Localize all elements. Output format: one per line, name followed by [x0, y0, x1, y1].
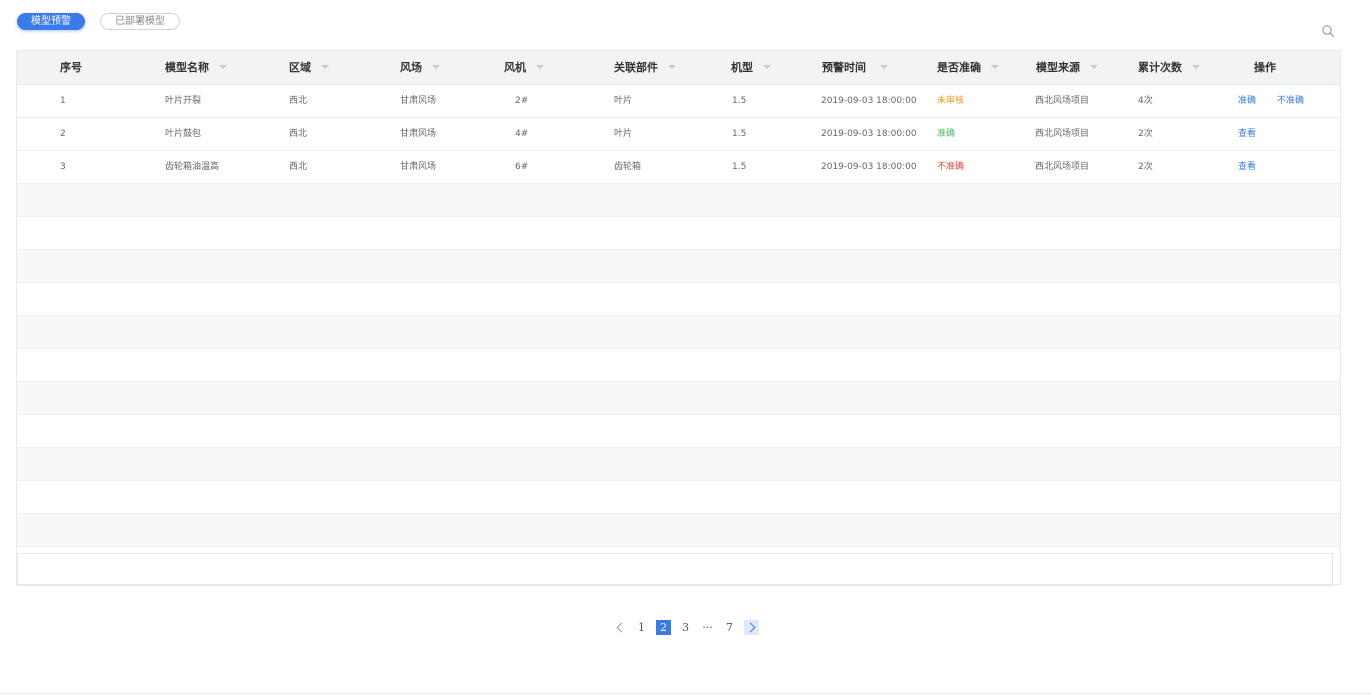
- action-mark-inaccurate[interactable]: 不准确: [1277, 85, 1304, 118]
- cell-warning-time: 2019-09-03 18:00:00: [821, 129, 917, 139]
- empty-row: [17, 448, 1340, 481]
- cell-model-name: 叶片开裂: [165, 96, 202, 106]
- cell-region: 西北: [289, 162, 308, 172]
- cell-accuracy-status: 不准确: [937, 162, 965, 172]
- cell-model-type: 1.5: [732, 162, 747, 172]
- tab-deployed-models[interactable]: 已部署模型: [100, 13, 180, 30]
- cell-count: 2次: [1138, 162, 1153, 172]
- cell-index: 1: [60, 96, 66, 106]
- cell-index: 2: [60, 129, 66, 139]
- cell-source: 西北风场项目: [1035, 96, 1090, 106]
- cell-index: 3: [60, 162, 66, 172]
- chevron-left-icon: [616, 622, 626, 632]
- cell-region: 西北: [289, 96, 308, 106]
- action-mark-accurate[interactable]: 准确: [1238, 85, 1256, 118]
- cell-part: 叶片: [614, 96, 633, 106]
- col-header-warning-time[interactable]: 预警时间: [822, 51, 888, 85]
- search-icon[interactable]: [1321, 24, 1335, 38]
- col-header-model-name[interactable]: 模型名称: [165, 51, 227, 85]
- col-header-model-type[interactable]: 机型: [731, 51, 771, 85]
- cell-turbine: 4#: [515, 129, 529, 139]
- table-row[interactable]: 2 叶片鼓包 西北 甘肃风场 4# 叶片 1.5 2019-09-03 18:0…: [17, 118, 1340, 151]
- empty-row: [17, 547, 1340, 580]
- col-header-farm[interactable]: 风场: [400, 51, 440, 85]
- cell-accuracy-status: 准确: [937, 129, 956, 139]
- empty-row: [17, 250, 1340, 283]
- col-header-source[interactable]: 模型来源: [1036, 51, 1098, 85]
- col-header-turbine[interactable]: 风机: [504, 51, 544, 85]
- tab-model-warning[interactable]: 模型预警: [17, 13, 85, 30]
- empty-row: [17, 184, 1340, 217]
- sort-icon[interactable]: [432, 65, 440, 69]
- cell-source: 西北风场项目: [1035, 162, 1090, 172]
- cell-count: 4次: [1138, 96, 1153, 106]
- col-header-count[interactable]: 累计次数: [1138, 51, 1200, 85]
- col-header-accuracy[interactable]: 是否准确: [937, 51, 999, 85]
- sort-icon[interactable]: [763, 65, 771, 69]
- cell-farm: 甘肃风场: [400, 129, 437, 139]
- table-header: 序号 模型名称 区域 风场 风机 关联部件 机型 预警时间 是否准确 模型来源 …: [17, 51, 1340, 85]
- cell-turbine: 2#: [515, 96, 529, 106]
- empty-row: [17, 217, 1340, 250]
- cell-model-name: 叶片鼓包: [165, 129, 202, 139]
- next-page-button[interactable]: [744, 619, 759, 635]
- page-2-current[interactable]: 2: [656, 619, 671, 635]
- sort-icon[interactable]: [321, 65, 329, 69]
- sort-icon[interactable]: [668, 65, 676, 69]
- empty-row: [17, 481, 1340, 514]
- cell-warning-time: 2019-09-03 18:00:00: [821, 96, 917, 106]
- prev-page-button[interactable]: [612, 620, 627, 635]
- table-row[interactable]: 1 叶片开裂 西北 甘肃风场 2# 叶片 1.5 2019-09-03 18:0…: [17, 85, 1340, 118]
- cell-warning-time: 2019-09-03 18:00:00: [821, 162, 917, 172]
- empty-row: [17, 514, 1340, 547]
- cell-count: 2次: [1138, 129, 1153, 139]
- cell-part: 齿轮箱: [614, 162, 642, 172]
- chevron-right-icon: [745, 622, 755, 632]
- sort-icon[interactable]: [880, 65, 888, 69]
- col-header-index: 序号: [60, 61, 82, 74]
- cell-turbine: 6#: [515, 162, 529, 172]
- table-row[interactable]: 3 齿轮箱油温高 西北 甘肃风场 6# 齿轮箱 1.5 2019-09-03 1…: [17, 151, 1340, 184]
- cell-farm: 甘肃风场: [400, 162, 437, 172]
- page-1[interactable]: 1: [634, 620, 649, 635]
- empty-row: [17, 283, 1340, 316]
- sort-icon[interactable]: [991, 65, 999, 69]
- cell-model-type: 1.5: [732, 129, 747, 139]
- pagination: 1 2 3 ··· 7: [612, 619, 766, 635]
- page-ellipsis[interactable]: ···: [700, 620, 715, 635]
- action-view[interactable]: 查看: [1238, 151, 1256, 184]
- sort-icon[interactable]: [219, 65, 227, 69]
- footer-divider: [0, 693, 1371, 694]
- sort-icon[interactable]: [536, 65, 544, 69]
- empty-row: [17, 415, 1340, 448]
- cell-region: 西北: [289, 129, 308, 139]
- table-body: 1 叶片开裂 西北 甘肃风场 2# 叶片 1.5 2019-09-03 18:0…: [17, 85, 1340, 586]
- tab-bar: 模型预警 已部署模型: [17, 13, 180, 30]
- sort-icon[interactable]: [1192, 65, 1200, 69]
- cell-source: 西北风场项目: [1035, 129, 1090, 139]
- action-view[interactable]: 查看: [1238, 118, 1256, 151]
- cell-farm: 甘肃风场: [400, 96, 437, 106]
- empty-row: [17, 382, 1340, 415]
- cell-part: 叶片: [614, 129, 633, 139]
- col-header-actions: 操作: [1254, 61, 1276, 74]
- col-header-region[interactable]: 区域: [289, 51, 329, 85]
- page-7[interactable]: 7: [722, 620, 737, 635]
- warning-table: 序号 模型名称 区域 风场 风机 关联部件 机型 预警时间 是否准确 模型来源 …: [16, 50, 1341, 586]
- cell-accuracy-status: 未审核: [937, 96, 965, 106]
- empty-row: [17, 349, 1340, 382]
- sort-icon[interactable]: [1090, 65, 1098, 69]
- cell-model-name: 齿轮箱油温高: [165, 162, 220, 172]
- page-3[interactable]: 3: [678, 620, 693, 635]
- col-header-part[interactable]: 关联部件: [614, 51, 676, 85]
- empty-row: [17, 316, 1340, 349]
- cell-model-type: 1.5: [732, 96, 747, 106]
